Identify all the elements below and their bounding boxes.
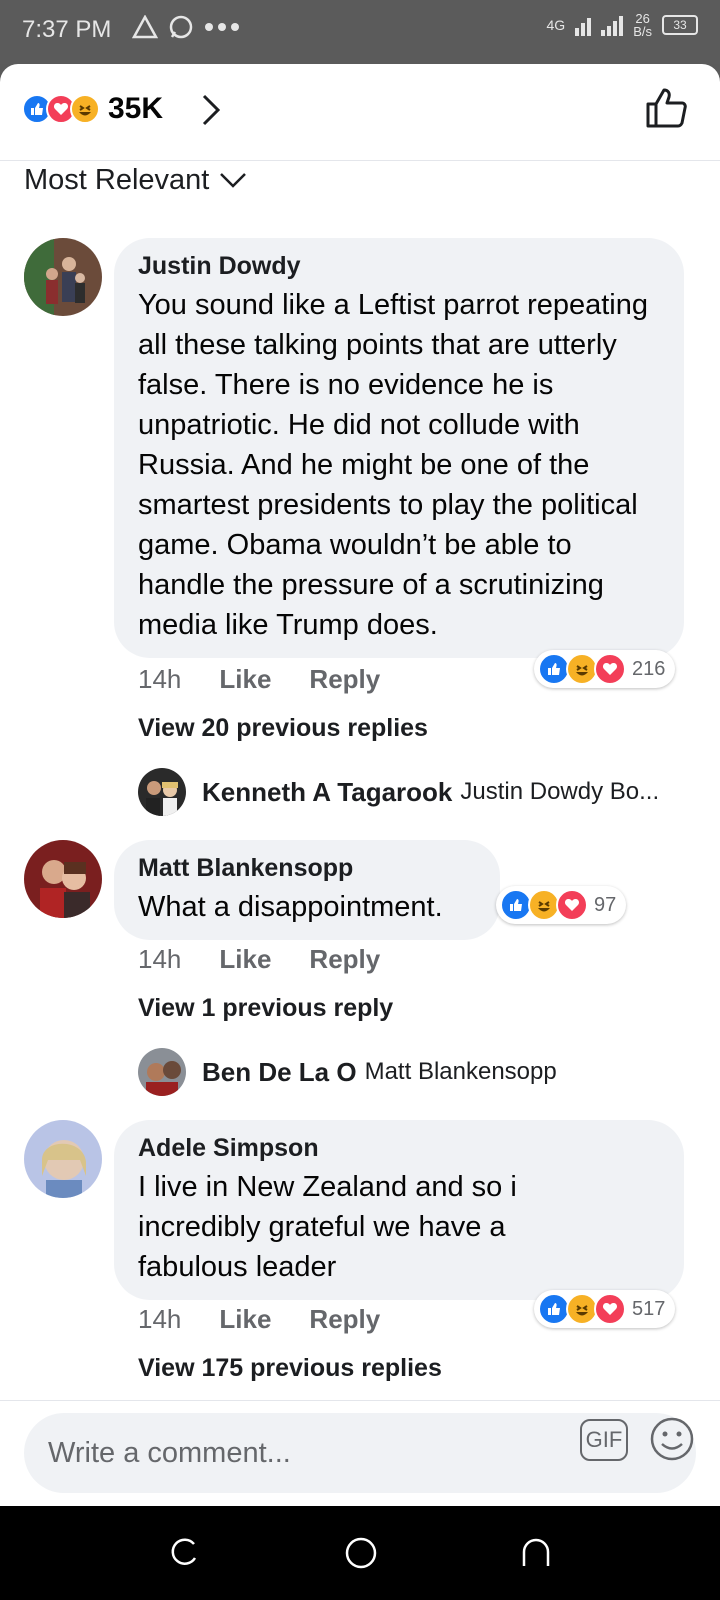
comment-actions: 14h Like Reply <box>138 664 380 695</box>
like-button[interactable]: Like <box>219 664 271 695</box>
avatar[interactable] <box>138 1048 186 1096</box>
reply-author: Ben De La O <box>202 1056 357 1087</box>
comment-bubble[interactable]: Adele Simpson I live in New Zealand and … <box>114 1120 684 1300</box>
comment-text: You sound like a Leftist parrot repeatin… <box>138 289 648 641</box>
love-icon <box>594 653 626 685</box>
view-previous-replies[interactable]: View 1 previous reply <box>138 994 393 1023</box>
chevron-right-icon[interactable] <box>200 92 224 128</box>
reaction-total: 35K <box>108 92 164 125</box>
avatar[interactable] <box>138 768 186 816</box>
reaction-count: 216 <box>632 657 666 680</box>
warning-icon <box>132 15 158 39</box>
love-icon <box>556 889 588 921</box>
status-right: 4G 26 B/s 33 <box>547 12 698 38</box>
signal-icon-2 <box>601 14 624 36</box>
home-icon[interactable] <box>344 1536 378 1570</box>
haha-icon <box>70 94 100 124</box>
like-button[interactable]: Like <box>219 944 271 975</box>
comment-actions: 14h Like Reply <box>138 944 380 975</box>
view-previous-replies[interactable]: View 20 previous replies <box>138 714 428 743</box>
like-button[interactable]: Like <box>219 1304 271 1335</box>
recent-apps-icon[interactable] <box>168 1536 200 1568</box>
system-navigation-bar <box>0 1506 720 1600</box>
avatar[interactable] <box>24 840 102 918</box>
sort-label: Most Relevant <box>24 163 210 196</box>
signal-icon <box>575 14 592 36</box>
reply-button[interactable]: Reply <box>309 1304 380 1335</box>
comment-author[interactable]: Matt Blankensopp <box>138 854 476 883</box>
reactions-summary[interactable]: 35K <box>22 92 163 126</box>
reply-button[interactable]: Reply <box>309 664 380 695</box>
comment-bubble[interactable]: Justin Dowdy You sound like a Leftist pa… <box>114 238 684 658</box>
status-time: 7:37 PM <box>22 16 112 43</box>
comment-reactions[interactable]: 517 <box>534 1290 676 1328</box>
like-outline-icon[interactable] <box>644 86 688 130</box>
comment-reactions[interactable]: 97 <box>496 886 627 924</box>
comment-text: I live in New Zealand and so i incredibl… <box>138 1171 517 1283</box>
reply-snippet: Matt Blankensopp <box>364 1058 557 1085</box>
comment-author[interactable]: Adele Simpson <box>138 1134 660 1163</box>
data-speed: 26 B/s <box>633 11 652 39</box>
battery-icon: 33 <box>662 15 698 35</box>
reply-preview[interactable]: Kenneth A Tagarook Justin Dowdy Bo... <box>138 768 659 816</box>
avatar[interactable] <box>24 1120 102 1198</box>
network-type: 4G <box>546 17 566 33</box>
comment-time: 14h <box>138 944 182 974</box>
avatar[interactable] <box>24 238 102 316</box>
reply-button[interactable]: Reply <box>309 944 380 975</box>
comment-bubble[interactable]: Matt Blankensopp What a disappointment. <box>114 840 500 940</box>
emoji-icon[interactable] <box>648 1415 696 1463</box>
more-dots-icon <box>205 23 239 31</box>
comment-author[interactable]: Justin Dowdy <box>138 252 660 281</box>
comment-text: What a disappointment. <box>138 891 443 923</box>
reply-preview[interactable]: Ben De La O Matt Blankensopp <box>138 1048 557 1096</box>
status-notification-icons <box>132 14 240 40</box>
gif-button[interactable]: GIF <box>580 1419 628 1461</box>
view-previous-replies[interactable]: View 175 previous replies <box>138 1354 442 1383</box>
reaction-count: 517 <box>632 1297 666 1320</box>
love-icon <box>594 1293 626 1325</box>
reply-snippet: Justin Dowdy Bo... <box>460 778 660 805</box>
comment-time: 14h <box>138 664 182 694</box>
comments-sheet: 35K Most Relevant Justin Dowdy You sound… <box>0 64 720 1506</box>
comment-time: 14h <box>138 1304 182 1334</box>
whatsapp-icon <box>169 15 193 39</box>
chevron-down-icon <box>220 173 247 188</box>
status-bar: 7:37 PM 4G 26 B/s 33 <box>0 0 720 64</box>
reactions-header: 35K <box>0 64 720 161</box>
comment-placeholder: Write a comment... <box>48 1436 291 1469</box>
comment-composer: Write a comment... GIF <box>0 1400 720 1506</box>
back-icon[interactable] <box>520 1536 552 1568</box>
sort-dropdown[interactable]: Most Relevant <box>24 160 247 200</box>
comment-reactions[interactable]: 216 <box>534 650 676 688</box>
reply-author: Kenneth A Tagarook <box>202 776 453 807</box>
reaction-count: 97 <box>594 893 617 916</box>
comment-actions: 14h Like Reply <box>138 1304 380 1335</box>
